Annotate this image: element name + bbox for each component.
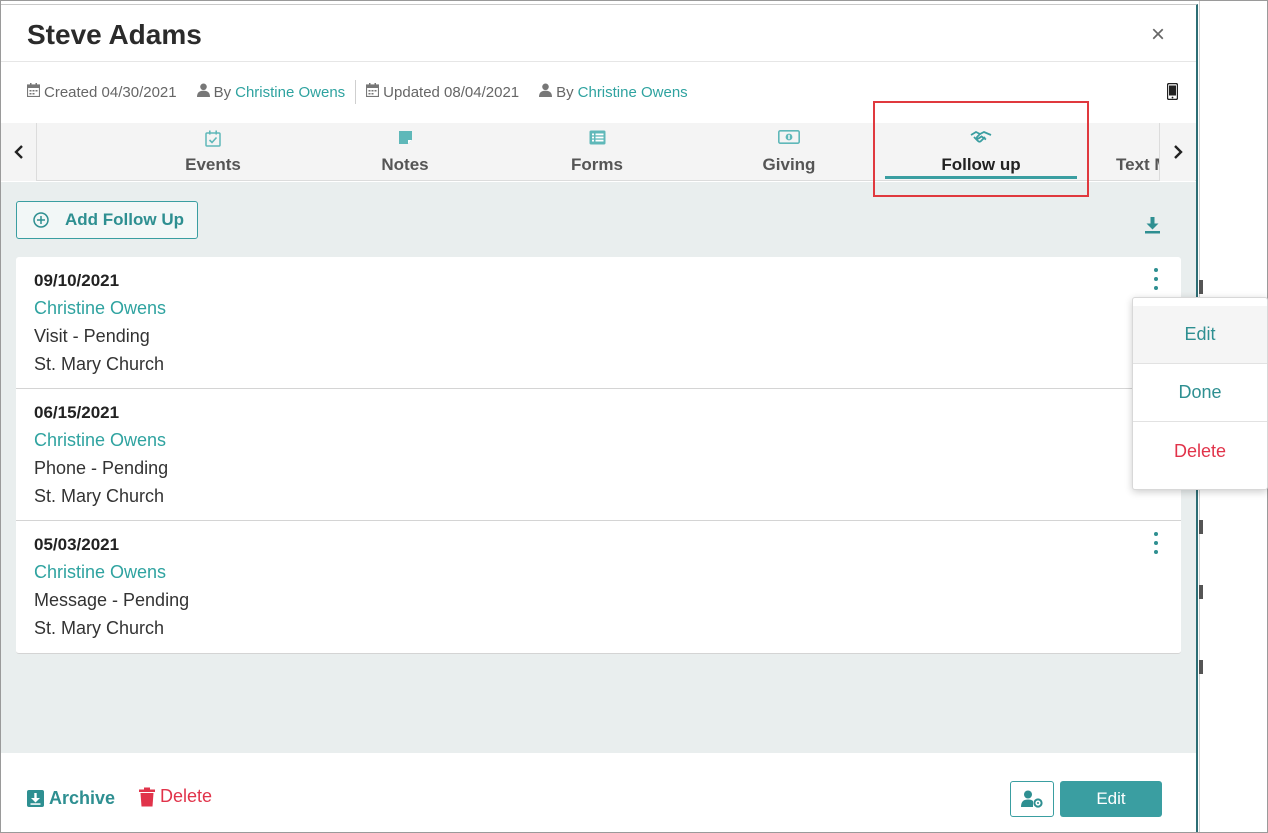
money-bill-icon: [709, 130, 869, 148]
archive-icon: [27, 790, 44, 807]
list-form-icon: [517, 130, 677, 148]
close-icon[interactable]: ×: [1151, 23, 1165, 47]
more-options-icon[interactable]: [1149, 268, 1163, 290]
tab-partial-left[interactable]: ls: [37, 123, 57, 181]
calendar-icon: [26, 83, 41, 101]
tab-giving[interactable]: Giving: [709, 123, 869, 181]
more-options-icon[interactable]: [1149, 532, 1163, 554]
tab-label: Notes: [381, 155, 429, 174]
edit-person-button[interactable]: Edit: [1060, 781, 1162, 817]
archive-label: Archive: [49, 788, 116, 808]
follow-up-card: 05/03/2021 Christine Owens Message - Pen…: [16, 521, 1181, 654]
calendar-icon: [366, 83, 380, 101]
download-icon[interactable]: [1144, 216, 1161, 239]
follow-up-card: 09/10/2021 Christine Owens Visit - Pendi…: [16, 257, 1181, 389]
modal-footer: Archive Delete Edit: [1, 753, 1196, 833]
follow-up-list: 09/10/2021 Christine Owens Visit - Pendi…: [16, 257, 1181, 654]
trash-icon: [139, 787, 155, 806]
background-mark: [1199, 585, 1203, 599]
modal-header: Steve Adams ×: [1, 5, 1196, 62]
profile-tabs: ls Events Notes Forms: [1, 123, 1196, 181]
updated-by-link[interactable]: Christine Owens: [578, 84, 688, 101]
follow-up-church: St. Mary Church: [34, 354, 165, 374]
chevron-right-icon: [1173, 145, 1183, 159]
person-modal: Steve Adams × Created 04/30/2021 By Chri…: [1, 4, 1198, 833]
handshake-icon: [885, 130, 1077, 148]
user-cog-icon: [1021, 790, 1043, 808]
tabs-viewport: ls Events Notes Forms: [37, 123, 1159, 181]
record-meta: Created 04/30/2021 By Christine Owens Up…: [26, 80, 688, 104]
follow-up-status: Message - Pending: [34, 590, 190, 610]
updated-by-prefix: By: [556, 83, 574, 101]
follow-up-date: 06/15/2021: [34, 403, 120, 422]
meta-divider: [355, 80, 357, 104]
active-tab-indicator: [885, 176, 1077, 179]
tab-label: Text M: [1116, 155, 1159, 174]
assigned-person-link[interactable]: Christine Owens: [34, 430, 166, 451]
follow-up-church: St. Mary Church: [34, 486, 165, 506]
follow-up-date: 05/03/2021: [34, 535, 120, 554]
delete-label: Delete: [160, 786, 213, 806]
updated-date: Updated 08/04/2021: [383, 83, 520, 101]
user-settings-button[interactable]: [1010, 781, 1054, 817]
add-follow-up-button[interactable]: Add Follow Up: [16, 201, 198, 239]
add-follow-up-label: Add Follow Up: [65, 210, 184, 229]
background-mark: [1199, 280, 1203, 294]
mobile-phone-icon[interactable]: [1166, 82, 1179, 105]
tab-label: Follow up: [941, 155, 1021, 174]
person-name-title: Steve Adams: [27, 19, 202, 50]
updated-info: Updated 08/04/2021 By Christine Owens: [366, 83, 688, 101]
sticky-note-icon: [325, 130, 485, 148]
tabs-scroll-right-button[interactable]: [1159, 123, 1195, 181]
follow-up-church: St. Mary Church: [34, 618, 165, 638]
tab-notes[interactable]: Notes: [325, 123, 485, 181]
created-by-link[interactable]: Christine Owens: [235, 84, 345, 101]
follow-up-date: 09/10/2021: [34, 271, 120, 290]
background-mark: [1199, 520, 1203, 534]
created-date: Created 04/30/2021: [44, 83, 177, 101]
follow-up-status: Phone - Pending: [34, 458, 169, 478]
delete-person-button[interactable]: Delete: [139, 786, 212, 807]
chevron-left-icon: [13, 145, 23, 159]
tab-follow-up[interactable]: Follow up: [885, 123, 1077, 181]
follow-up-card: 06/15/2021 Christine Owens Phone - Pendi…: [16, 389, 1181, 521]
menu-item-delete[interactable]: Delete: [1133, 422, 1267, 480]
calendar-check-icon: [133, 130, 293, 148]
tab-label: Giving: [762, 155, 816, 174]
assigned-person-link[interactable]: Christine Owens: [34, 562, 166, 583]
menu-item-edit[interactable]: Edit: [1133, 306, 1267, 364]
follow-up-panel: Add Follow Up 09/10/2021 Christine Owens…: [1, 182, 1196, 753]
created-by-prefix: By: [213, 83, 232, 101]
tab-events[interactable]: Events: [133, 123, 293, 181]
user-icon: [539, 83, 553, 101]
user-icon: [196, 83, 210, 101]
tab-label: Events: [185, 155, 241, 174]
follow-up-status: Visit - Pending: [34, 326, 150, 346]
archive-button[interactable]: Archive: [27, 788, 115, 809]
follow-up-actions-menu: Edit Done Delete: [1132, 297, 1268, 490]
tab-label: Forms: [571, 155, 623, 174]
tab-forms[interactable]: Forms: [517, 123, 677, 181]
tab-text-messages-partial[interactable]: Text M: [1101, 123, 1159, 181]
background-mark: [1199, 660, 1203, 674]
created-info: Created 04/30/2021 By Christine Owens: [26, 83, 345, 101]
assigned-person-link[interactable]: Christine Owens: [34, 298, 166, 319]
tab-label: ls: [37, 155, 57, 175]
tabs-scroll-left-button[interactable]: [1, 123, 37, 181]
plus-circle-icon: [33, 212, 49, 228]
menu-item-done[interactable]: Done: [1133, 364, 1267, 422]
